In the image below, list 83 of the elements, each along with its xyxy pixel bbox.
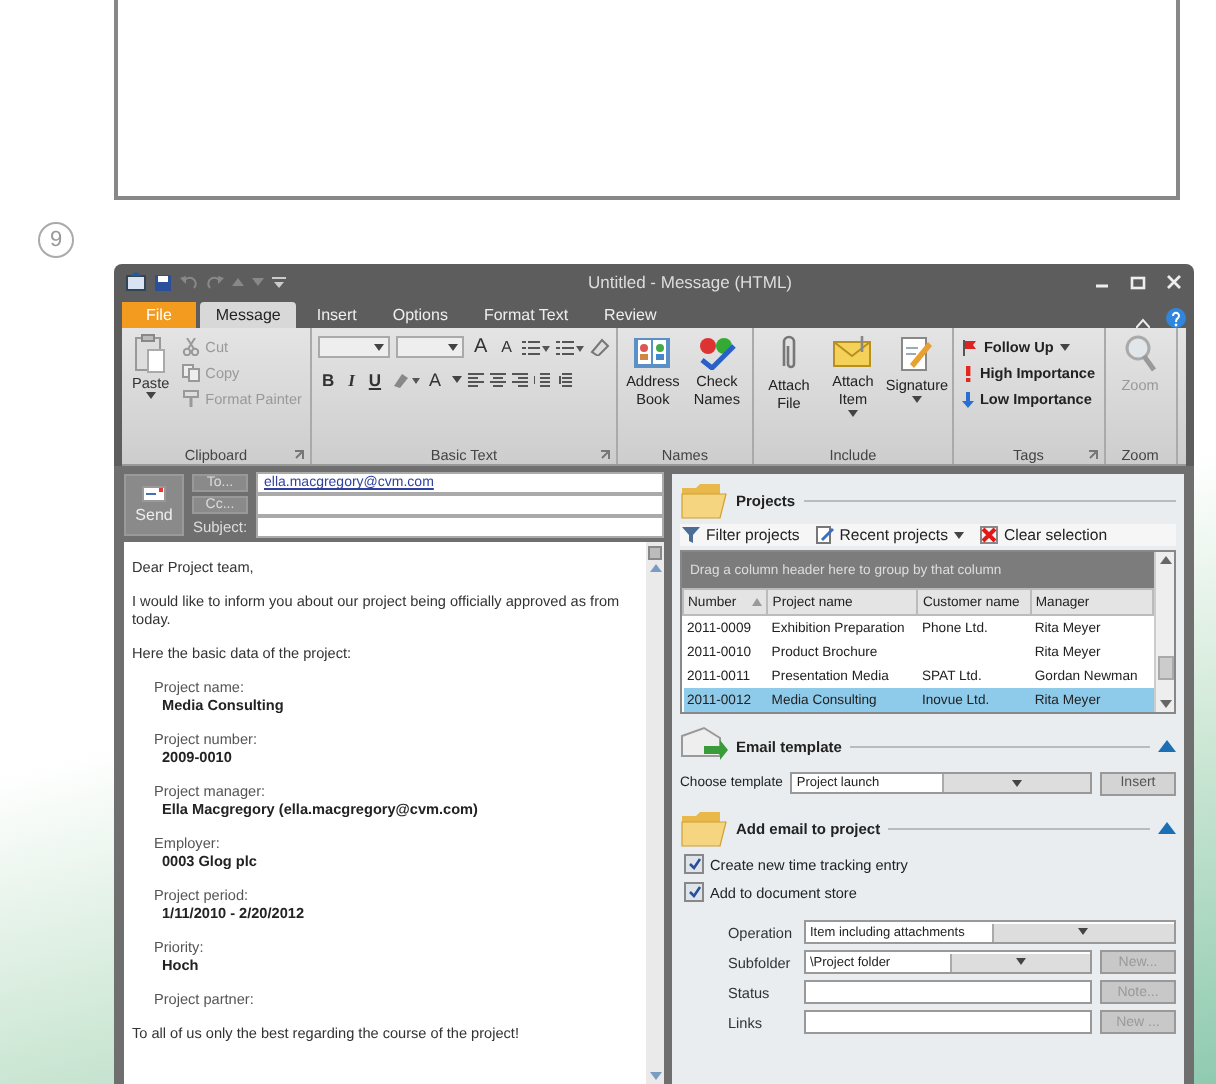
font-name-combo[interactable] <box>317 336 390 358</box>
cc-field[interactable] <box>256 494 664 516</box>
flag-icon <box>961 339 978 355</box>
caret-icon <box>145 392 156 400</box>
check-icon <box>687 886 701 898</box>
scroll-down-icon <box>649 1072 661 1080</box>
message-body[interactable] <box>124 542 664 1084</box>
scroll-up-icon <box>1159 556 1171 564</box>
send-envelope-icon <box>142 486 166 502</box>
bullets-icon <box>521 339 550 355</box>
decrease-indent-icon <box>533 372 550 388</box>
shrink-font-button[interactable]: A <box>497 338 516 356</box>
folder-icon <box>680 808 728 848</box>
save-icon <box>154 273 172 291</box>
align-right-icon <box>511 372 528 388</box>
address-book-icon <box>632 334 673 370</box>
collapse-icon <box>1158 740 1176 752</box>
envelope-icon <box>832 334 873 370</box>
font-size-combo[interactable] <box>395 336 464 358</box>
font-color-button[interactable]: A <box>425 370 446 390</box>
grow-font-button[interactable]: A <box>469 336 492 358</box>
brush-icon <box>181 390 200 408</box>
collapse-ribbon-icon <box>1136 318 1150 328</box>
help-icon <box>1166 308 1186 328</box>
scissors-icon <box>181 338 200 356</box>
copy-icon <box>181 364 200 382</box>
people-check-icon <box>696 334 737 370</box>
align-center-icon <box>489 372 506 388</box>
ribbon-tab[interactable]: Review <box>588 302 673 328</box>
caret-icon <box>451 376 462 384</box>
bold-button[interactable]: B <box>317 370 339 390</box>
ribbon-tab[interactable]: Insert <box>300 302 373 328</box>
highlighter-icon <box>391 371 420 389</box>
clear-format-icon <box>589 338 610 356</box>
paperclip-icon <box>778 334 799 374</box>
down-icon <box>252 276 264 288</box>
close-icon <box>1166 274 1182 290</box>
exclamation-icon <box>961 365 974 381</box>
grid-scrollbar[interactable] <box>1154 552 1174 712</box>
funnel-icon <box>682 526 700 544</box>
dialog-launcher-icon <box>293 450 304 460</box>
caret-icon <box>1078 928 1089 936</box>
customize-icon <box>272 273 286 291</box>
pen-paper-icon <box>898 334 935 374</box>
caret-icon <box>911 396 922 404</box>
italic-button[interactable]: I <box>344 370 359 390</box>
maximize-icon <box>1130 274 1146 290</box>
app-icon <box>126 272 146 292</box>
scrollbar[interactable] <box>646 542 664 1084</box>
caret-icon <box>373 343 384 351</box>
text-field[interactable] <box>804 980 1092 1004</box>
scroll-thumb[interactable] <box>1157 656 1173 680</box>
caret-icon <box>953 531 964 539</box>
caret-icon <box>1012 779 1023 787</box>
ribbon-tab[interactable]: Message <box>199 302 297 328</box>
caret-icon <box>1059 343 1070 351</box>
scroll-down-icon <box>1159 700 1171 708</box>
undo-icon <box>180 273 198 291</box>
align-left-icon <box>467 372 484 388</box>
underline-button[interactable]: U <box>364 370 386 390</box>
down-arrow-icon <box>961 391 974 407</box>
up-icon <box>232 276 244 288</box>
scroll-up-icon <box>649 564 661 572</box>
increase-indent-icon <box>555 372 572 388</box>
dialog-launcher-icon <box>1087 450 1098 460</box>
subject-field[interactable] <box>256 516 664 538</box>
caret-icon <box>847 410 858 418</box>
caret-icon <box>1015 958 1026 966</box>
ribbon-tab[interactable]: Format Text <box>467 302 585 328</box>
folder-icon <box>680 480 728 520</box>
sort-arrow-icon <box>752 598 763 606</box>
numbering-icon <box>555 339 584 355</box>
step-number: 9 <box>38 222 74 258</box>
magnifier-icon <box>1122 334 1159 374</box>
redo-icon <box>206 273 224 291</box>
dialog-launcher-icon <box>599 450 610 460</box>
text-field[interactable] <box>804 1010 1092 1034</box>
ribbon-tab[interactable]: Options <box>376 302 464 328</box>
caret-icon <box>447 343 458 351</box>
collapse-icon <box>1158 822 1176 834</box>
window-title: Untitled - Message (HTML) <box>585 272 795 292</box>
check-icon <box>687 858 701 870</box>
clipboard-icon <box>134 334 167 374</box>
